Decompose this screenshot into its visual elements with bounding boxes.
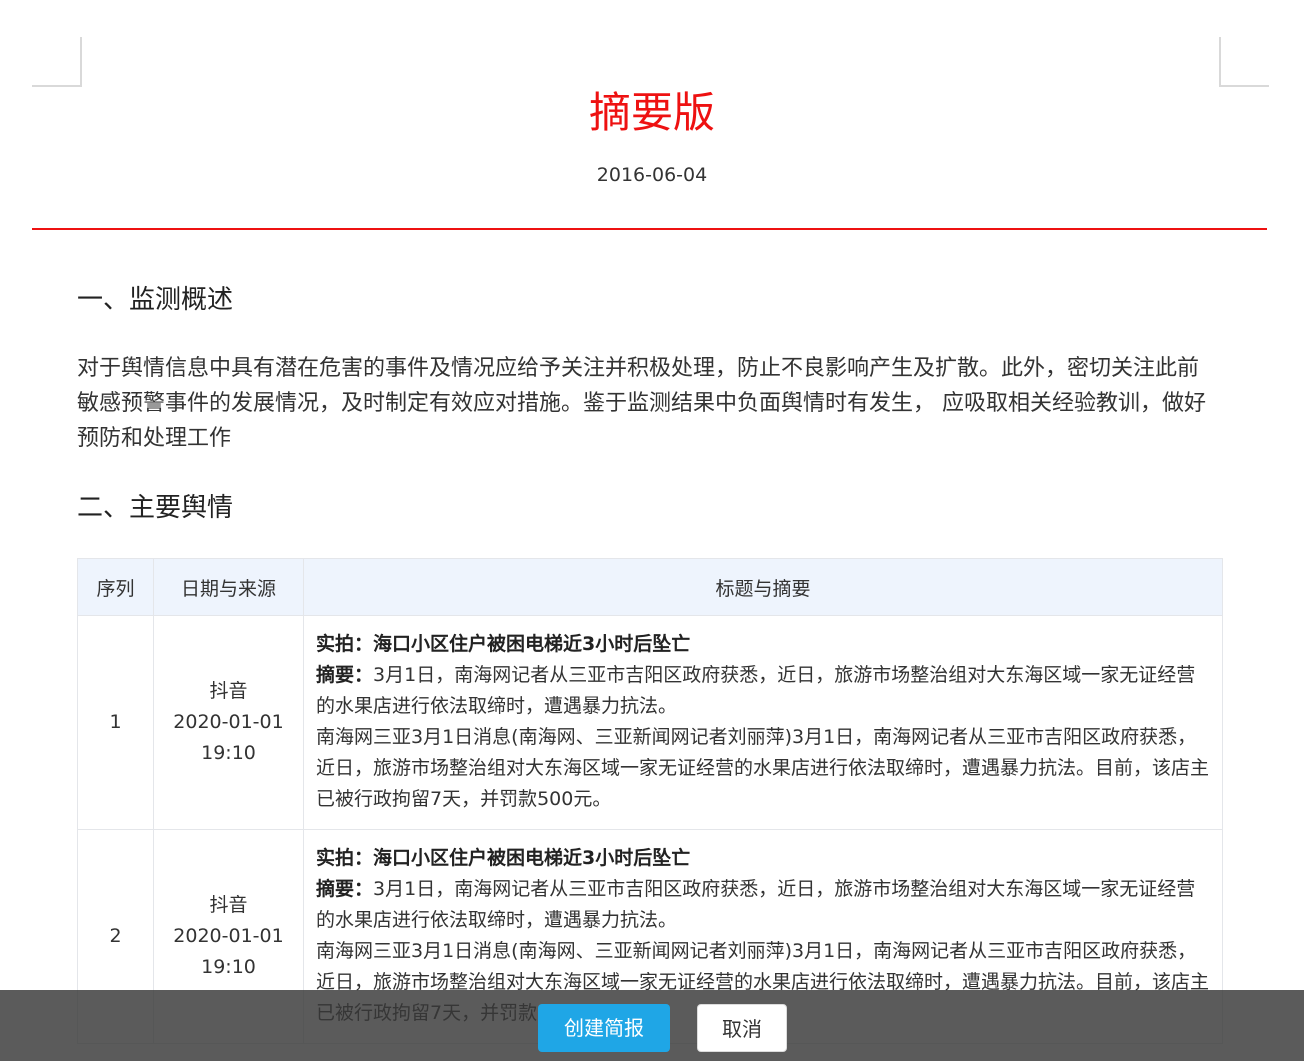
row-time: 19:10 [201, 742, 256, 764]
table-header-row: 序列 日期与来源 标题与摘要 [77, 558, 1223, 616]
row-title[interactable]: 实拍：海口小区住户被困电梯近3小时后坠亡 [316, 629, 1210, 660]
row-body-text: 南海网三亚3月1日消息(南海网、三亚新闻网记者刘丽萍)3月1日，南海网记者从三亚… [316, 726, 1210, 810]
document-date: 2016-06-04 [596, 164, 708, 186]
title-divider [32, 228, 1267, 230]
cancel-button[interactable]: 取消 [697, 1004, 787, 1052]
row-title-abstract: 实拍：海口小区住户被困电梯近3小时后坠亡 摘要：3月1日，南海网记者从三亚市吉阳… [303, 615, 1223, 830]
margin-corner-mark-right [1219, 37, 1269, 87]
margin-corner-mark-left [32, 37, 82, 87]
row-date: 2020-01-01 [173, 925, 284, 947]
section-heading-main-events: 二、主要舆情 [77, 493, 234, 523]
abstract-label: 摘要： [316, 664, 374, 686]
row-date-source: 抖音 2020-01-01 19:10 [153, 615, 304, 830]
overview-paragraph: 对于舆情信息中具有潜在危害的事件及情况应给予关注并积极处理，防止不良影响产生及扩… [77, 356, 1206, 451]
row-time: 19:10 [201, 956, 256, 978]
document-title: 摘要版 [588, 88, 715, 137]
column-header-date-source: 日期与来源 [153, 558, 304, 616]
row-abstract: 摘要：3月1日，南海网记者从三亚市吉阳区政府获悉，近日，旅游市场整治组对大东海区… [316, 874, 1210, 936]
row-source: 抖音 [209, 680, 248, 702]
create-briefing-button[interactable]: 创建简报 [538, 1004, 670, 1052]
abstract-text: 3月1日，南海网记者从三亚市吉阳区政府获悉，近日，旅游市场整治组对大东海区域一家… [316, 664, 1196, 717]
row-abstract: 摘要：3月1日，南海网记者从三亚市吉阳区政府获悉，近日，旅游市场整治组对大东海区… [316, 660, 1210, 722]
events-table: 序列 日期与来源 标题与摘要 1 抖音 2020-01-01 19:10 实拍：… [77, 558, 1223, 1044]
row-date: 2020-01-01 [173, 711, 284, 733]
row-source: 抖音 [209, 894, 248, 916]
abstract-text: 3月1日，南海网记者从三亚市吉阳区政府获悉，近日，旅游市场整治组对大东海区域一家… [316, 878, 1196, 931]
row-index: 1 [77, 615, 154, 830]
column-header-title-abstract: 标题与摘要 [303, 558, 1223, 616]
section-heading-overview: 一、监测概述 [77, 285, 234, 315]
row-title[interactable]: 实拍：海口小区住户被困电梯近3小时后坠亡 [316, 843, 1210, 874]
report-preview-page: 摘要版 2016-06-04 一、监测概述 对于舆情信息中具有潜在危害的事件及情… [0, 0, 1304, 1061]
table-row: 1 抖音 2020-01-01 19:10 实拍：海口小区住户被困电梯近3小时后… [77, 615, 1223, 830]
column-header-index: 序列 [77, 558, 154, 616]
abstract-label: 摘要： [316, 878, 374, 900]
